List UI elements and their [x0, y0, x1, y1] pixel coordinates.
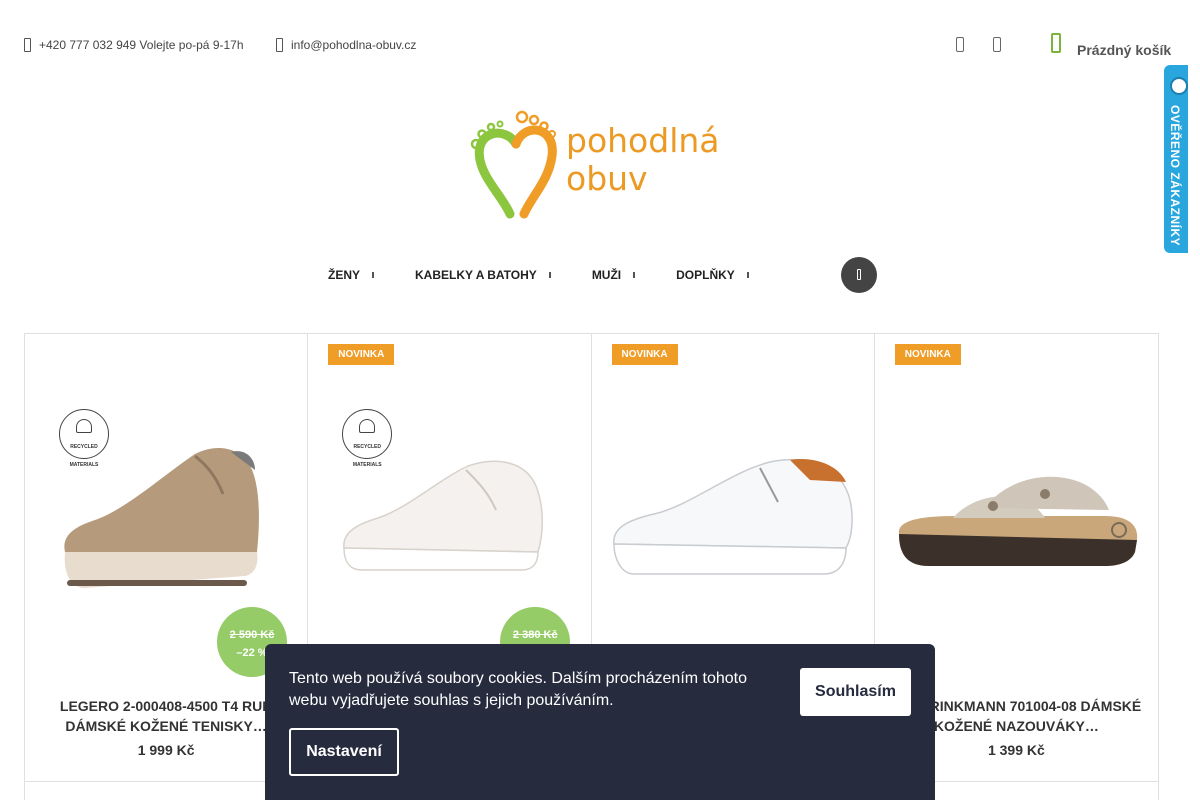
- chevron-down-icon: [633, 272, 636, 278]
- old-price: 2 380 Kč: [512, 629, 558, 641]
- user-icon[interactable]: [956, 37, 964, 52]
- chevron-down-icon: [372, 272, 375, 278]
- email-text: info@pohodlna-obuv.cz: [291, 38, 417, 52]
- cart-label[interactable]: Prázdný košík: [1077, 42, 1171, 58]
- nav-item-label: MUŽI: [591, 268, 622, 282]
- search-icon: [857, 269, 861, 280]
- logo-wordmark: pohodlná obuv: [566, 122, 720, 198]
- product-name[interactable]: LEGERO 2-000408-4500 T4 RUN DÁMSKÉ KOŽEN…: [35, 696, 297, 736]
- favorites-icon[interactable]: [993, 37, 1001, 52]
- chevron-down-icon: [548, 272, 552, 278]
- top-bar: +420 777 032 949 Volejte po-pá 9-17h inf…: [0, 0, 1200, 90]
- cookie-accept-button[interactable]: Souhlasím: [800, 668, 911, 716]
- product-image-sneaker-white: [343, 460, 544, 571]
- phone-text: +420 777 032 949 Volejte po-pá 9-17h: [39, 38, 244, 52]
- logo-line-2: obuv: [566, 159, 648, 198]
- verified-badge-text: OVĚŘENO ZÁKAZNÍKY: [1168, 105, 1182, 245]
- new-badge: NOVINKA: [894, 344, 961, 365]
- site-logo[interactable]: pohodlná obuv: [466, 108, 722, 220]
- cookie-consent-bar: Tento web používá soubory cookies. Další…: [265, 644, 935, 800]
- logo-line-1: pohodlná: [566, 121, 720, 160]
- phone-contact[interactable]: +420 777 032 949 Volejte po-pá 9-17h: [24, 38, 244, 52]
- nav-item-label: DOPLŇKY: [676, 268, 735, 282]
- product-image-sneaker-beige: [64, 448, 259, 588]
- new-badge: NOVINKA: [328, 344, 395, 365]
- nav-item-muzi[interactable]: MUŽI: [592, 268, 636, 282]
- heart-icon: [359, 419, 376, 433]
- email-contact[interactable]: info@pohodlna-obuv.cz: [276, 38, 416, 52]
- search-button[interactable]: [841, 257, 877, 293]
- old-price: 2 590 Kč: [229, 629, 275, 641]
- page: +420 777 032 949 Volejte po-pá 9-17h inf…: [0, 0, 1200, 800]
- cookie-settings-button[interactable]: Nastavení: [289, 728, 399, 776]
- product-image-sandal-beige: [898, 476, 1137, 566]
- main-nav: ŽENY KABELKY A BATOHY MUŽI DOPLŇKY: [328, 268, 750, 282]
- nav-item-label: ŽENY: [328, 268, 361, 282]
- nav-item-kabelky-a-batohy[interactable]: KABELKY A BATOHY: [415, 268, 552, 282]
- mail-icon: [276, 38, 283, 52]
- discount-percent: –22 %: [236, 647, 268, 659]
- cookie-text: Tento web používá soubory cookies. Další…: [289, 670, 748, 709]
- chevron-down-icon: [746, 272, 750, 278]
- verified-by-customers-badge[interactable]: OVĚŘENO ZÁKAZNÍKY: [1164, 65, 1188, 253]
- phone-icon: [24, 38, 31, 52]
- nav-item-doplnky[interactable]: DOPLŇKY: [676, 268, 750, 282]
- feet-heart-logo-icon: [470, 110, 557, 219]
- heart-icon: [76, 419, 92, 433]
- nav-item-zeny[interactable]: ŽENY: [328, 268, 375, 282]
- nav-item-label: KABELKY A BATOHY: [415, 268, 537, 282]
- verified-seal-icon: [1170, 77, 1188, 95]
- cart-icon[interactable]: [1051, 33, 1061, 53]
- product-image-zip-shoe-white: [612, 458, 853, 575]
- new-badge: NOVINKA: [611, 344, 678, 365]
